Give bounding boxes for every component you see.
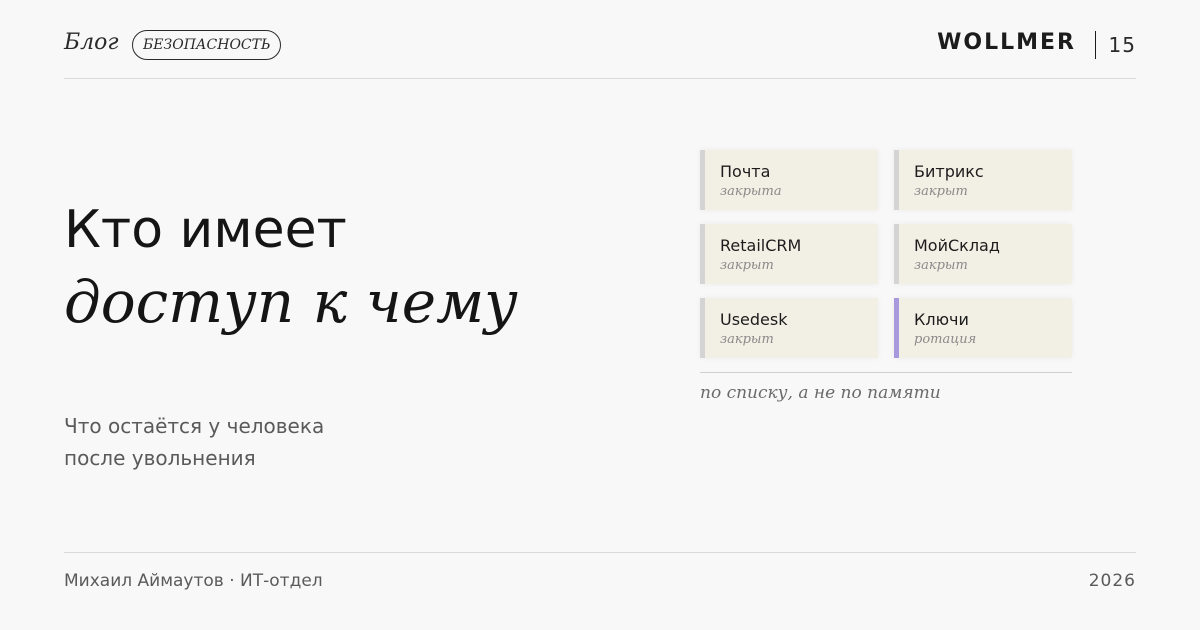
page-title-line2: доступ к чему xyxy=(64,268,518,336)
year-label: 2026 xyxy=(1088,571,1136,591)
access-card-status: закрыт xyxy=(720,332,774,347)
access-card-status: закрыт xyxy=(914,258,968,273)
access-card-name: Usedesk xyxy=(720,310,788,329)
header: Блог БЕЗОПАСНОСТЬ WOLLMER 15 xyxy=(64,0,1136,79)
subtitle: Что остаётся у человека после увольнения xyxy=(64,410,324,474)
access-card: Почта закрыта xyxy=(700,150,878,210)
category-tag[interactable]: БЕЗОПАСНОСТЬ xyxy=(132,30,282,60)
access-card-status: закрыт xyxy=(720,258,774,273)
cards-divider xyxy=(700,372,1072,373)
subtitle-line2: после увольнения xyxy=(64,446,256,470)
access-card-status: закрыта xyxy=(720,184,782,199)
cards-note: по списку, а не по памяти xyxy=(700,383,941,403)
page-title-line1: Кто имеет xyxy=(64,200,347,260)
footer-divider xyxy=(64,552,1136,553)
access-card-accent: Ключи ротация xyxy=(894,298,1072,358)
access-card: Usedesk закрыт xyxy=(700,298,878,358)
access-card-status: ротация xyxy=(914,332,977,347)
access-card-name: МойСклад xyxy=(914,236,1000,255)
author-byline: Михаил Аймаутов · ИТ-отдел xyxy=(64,571,323,591)
page-number: 15 xyxy=(1108,33,1136,57)
access-card-name: Битрикс xyxy=(914,162,984,181)
access-card-name: RetailCRM xyxy=(720,236,802,255)
access-card: RetailCRM закрыт xyxy=(700,224,878,284)
header-divider xyxy=(1094,31,1096,59)
brand-logo[interactable]: WOLLMER xyxy=(937,30,1076,55)
section-label[interactable]: Блог xyxy=(64,30,119,55)
access-card-status: закрыт xyxy=(914,184,968,199)
access-card: МойСклад закрыт xyxy=(894,224,1072,284)
access-card-name: Почта xyxy=(720,162,771,181)
subtitle-line1: Что остаётся у человека xyxy=(64,414,325,438)
access-card-name: Ключи xyxy=(914,310,969,329)
access-card: Битрикс закрыт xyxy=(894,150,1072,210)
